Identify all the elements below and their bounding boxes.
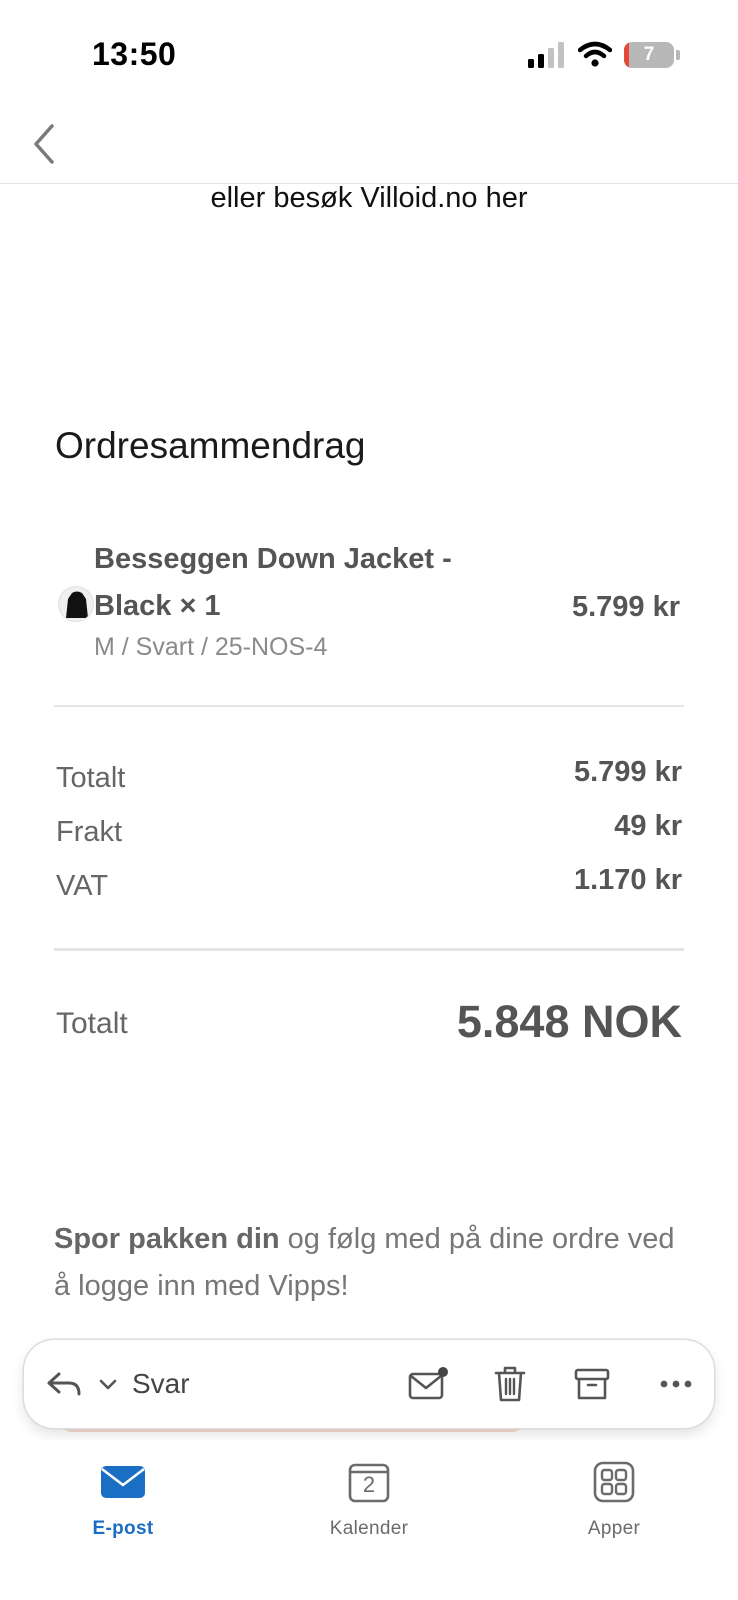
summary-row-frakt: Frakt 49 kr bbox=[56, 810, 682, 850]
mark-unread-icon[interactable] bbox=[406, 1362, 450, 1406]
tab-apper[interactable]: Apper bbox=[534, 1440, 694, 1540]
calendar-icon: 2 bbox=[345, 1458, 393, 1506]
divider bbox=[54, 948, 684, 951]
item-name: Besseggen Down Jacket - Black × 1 bbox=[94, 543, 452, 622]
villoid-link[interactable]: Villoid.no her bbox=[360, 182, 527, 214]
status-bar: 13:50 7 bbox=[0, 0, 738, 110]
jacket-thumbnail bbox=[58, 586, 94, 622]
summary-value: 5.799 kr bbox=[573, 756, 682, 788]
apps-grid-icon bbox=[593, 1461, 635, 1503]
summary-value: 49 kr bbox=[614, 810, 682, 842]
tab-e-post[interactable]: E-post bbox=[43, 1440, 203, 1540]
chevron-down-icon[interactable] bbox=[96, 1372, 120, 1396]
visit-prefix: eller besøk bbox=[210, 182, 361, 214]
status-time: 13:50 bbox=[92, 36, 177, 72]
grand-total-value: 5.848 NOK bbox=[456, 996, 682, 1047]
wifi-icon bbox=[578, 41, 612, 67]
jacket-icon bbox=[66, 591, 88, 618]
summary-label: Totalt bbox=[56, 762, 126, 794]
reply-toolbar: Svar bbox=[24, 1340, 714, 1428]
item-variant: M / Svart / 25-NOS-4 bbox=[94, 633, 328, 661]
cellular-signal-icon bbox=[528, 42, 564, 68]
summary-label: Frakt bbox=[56, 816, 123, 848]
reply-icon[interactable] bbox=[44, 1364, 84, 1404]
tab-kalender[interactable]: 2 Kalender bbox=[289, 1440, 449, 1540]
tab-label: E-post bbox=[92, 1518, 154, 1539]
mail-icon bbox=[101, 1466, 145, 1498]
grand-total-label: Totalt bbox=[56, 1007, 128, 1040]
summary-label: VAT bbox=[56, 870, 109, 902]
chevron-left-icon[interactable] bbox=[28, 114, 68, 174]
battery-icon: 7 bbox=[624, 42, 674, 68]
summary-value: 1.170 kr bbox=[573, 864, 682, 896]
tab-label: Apper bbox=[587, 1518, 641, 1539]
battery-cap bbox=[676, 50, 680, 60]
item-price: 5.799 kr bbox=[571, 591, 680, 623]
tracking-text: Spor pakken din og følg med på dine ordr… bbox=[54, 1216, 694, 1310]
tab-bar: E-post 2 Kalender Apper bbox=[0, 1440, 738, 1600]
tab-label: Kalender bbox=[329, 1518, 409, 1539]
order-summary-title: Ordresammendrag bbox=[55, 425, 366, 466]
screen: 13:50 7 eller besøk Villoid.no her Ordre… bbox=[0, 0, 738, 1600]
summary-row-vat: VAT 1.170 kr bbox=[56, 864, 682, 904]
nav-bar bbox=[0, 110, 738, 184]
trash-icon[interactable] bbox=[488, 1362, 532, 1406]
calendar-day: 2 bbox=[362, 1472, 376, 1497]
divider bbox=[54, 705, 684, 707]
reply-button-label[interactable]: Svar bbox=[132, 1368, 190, 1400]
archive-icon[interactable] bbox=[570, 1362, 614, 1406]
more-icon[interactable] bbox=[654, 1362, 698, 1406]
battery-level: 7 bbox=[643, 44, 655, 65]
summary-row-totalt: Totalt 5.799 kr bbox=[56, 756, 682, 796]
visit-line: eller besøk Villoid.no her bbox=[0, 182, 738, 215]
tracking-bold: Spor pakken din bbox=[54, 1223, 280, 1255]
